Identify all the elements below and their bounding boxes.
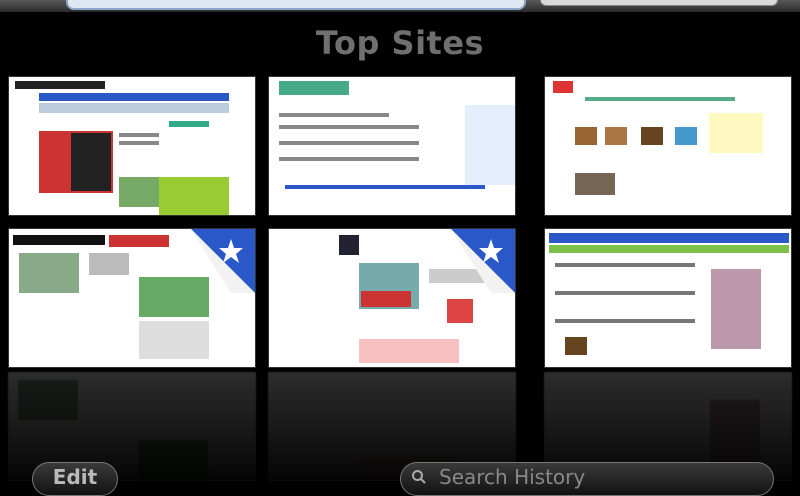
tile-portal[interactable] <box>544 76 792 216</box>
browser-toolbar <box>0 0 800 12</box>
tile-news-2[interactable] <box>8 228 256 368</box>
tile-news-3[interactable] <box>268 228 516 368</box>
search-history-field[interactable]: Search History <box>400 462 774 496</box>
tile-google[interactable] <box>268 76 516 216</box>
tile-news-1[interactable] <box>8 76 256 216</box>
pinned-star-icon <box>191 229 255 293</box>
page-title: Top Sites <box>315 24 485 62</box>
search-history-label: Search History <box>439 465 586 489</box>
edit-button[interactable]: Edit <box>32 462 118 496</box>
address-field[interactable] <box>66 0 526 10</box>
search-field[interactable] <box>540 0 778 6</box>
pinned-star-icon <box>451 229 515 293</box>
tile-portal-2[interactable] <box>544 228 792 368</box>
search-icon <box>412 470 426 484</box>
